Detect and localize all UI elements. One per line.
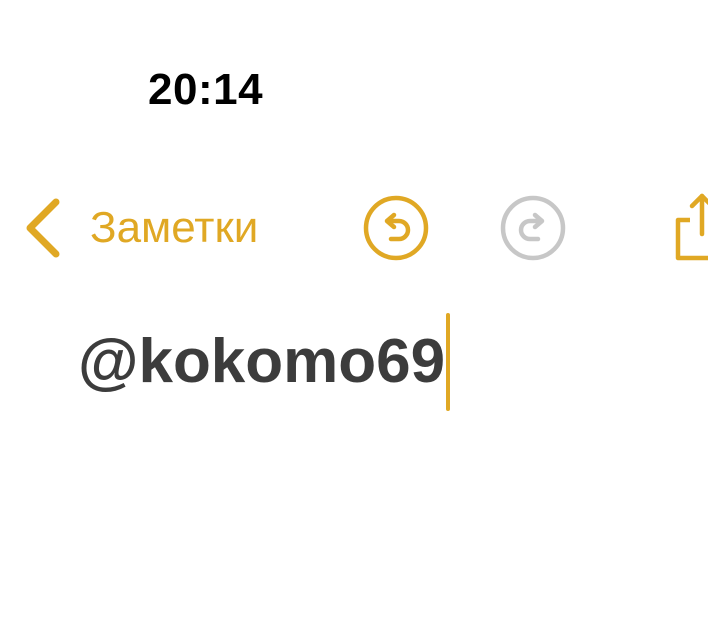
share-icon[interactable]: [668, 190, 708, 262]
note-text[interactable]: @kokomo69: [78, 310, 445, 414]
back-button[interactable]: Заметки: [22, 198, 258, 258]
note-editor[interactable]: @kokomo69: [78, 310, 451, 414]
status-bar-time: 20:14: [148, 65, 264, 114]
redo-icon[interactable]: [500, 195, 566, 261]
back-label: Заметки: [90, 203, 259, 252]
text-cursor: [446, 313, 451, 411]
chevron-left-icon: [26, 198, 60, 258]
undo-icon[interactable]: [363, 195, 429, 261]
navigation-bar: Заметки: [0, 190, 708, 270]
